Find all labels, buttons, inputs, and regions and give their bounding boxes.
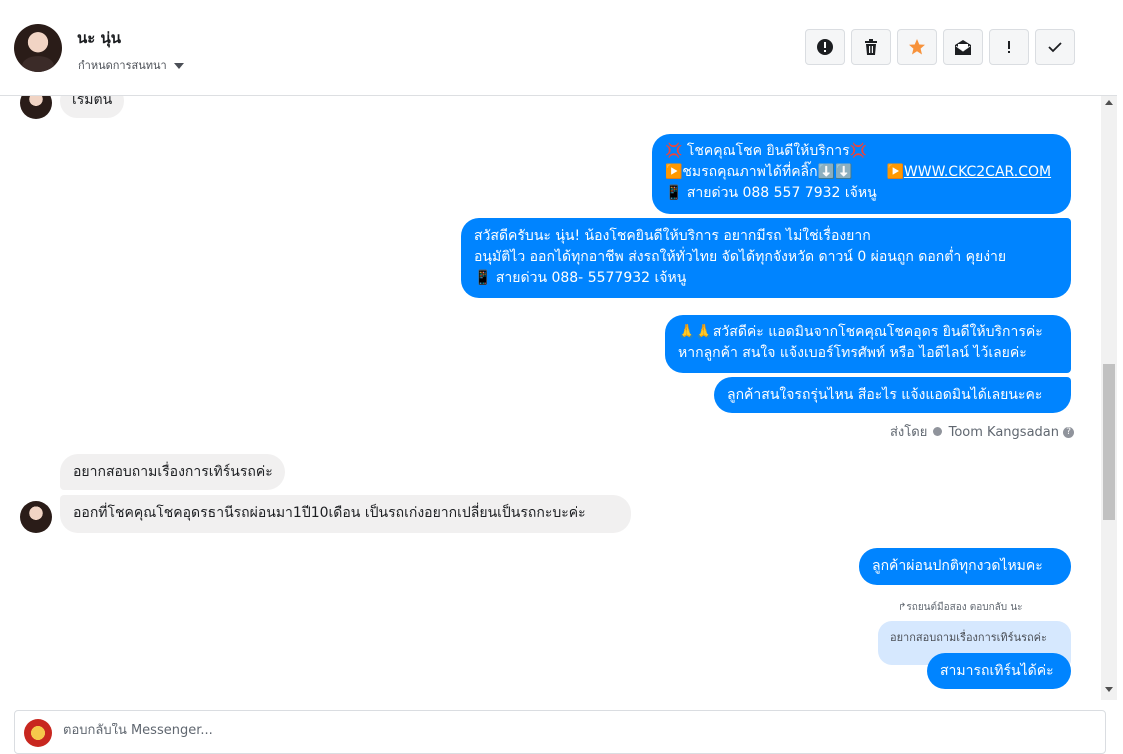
incoming-message[interactable]: อยากสอบถามเรื่องการเทิร์นรถค่ะ xyxy=(60,454,285,490)
outgoing-message[interactable]: ลูกค้าผ่อนปกติทุกงวดไหมคะ xyxy=(859,548,1071,585)
scroll-down-arrow-icon[interactable] xyxy=(1105,687,1113,692)
delete-button[interactable] xyxy=(851,29,891,65)
message-text: อยากสอบถามเรื่องการเทิร์นรถค่ะ xyxy=(890,631,1047,644)
message-line: ▶️ชมรถคุณภาพได้ที่คลิ๊ก⬇️⬇️ ▶️WWW.CKC2CAR… xyxy=(665,162,1059,183)
mark-unread-button[interactable] xyxy=(943,29,983,65)
incoming-message[interactable]: ออกที่โชคคุณโชคอุดรธานีรถผ่อนมา1ปี10เดือ… xyxy=(60,495,631,533)
message-text: 🙏🙏สวัสดีค่ะ แอดมินจากโชคคุณโชคอุดร ยินดี… xyxy=(678,324,1043,340)
website-link[interactable]: WWW.CKC2CAR.COM xyxy=(904,164,1051,180)
contact-avatar-small xyxy=(20,96,52,119)
conversation-header: นะ นุ่น กำหนดการสนทนา xyxy=(0,0,1117,96)
reply-note: ↱รถยนต์มือสอง ตอบกลับ นะ xyxy=(898,602,1023,613)
message-text: อนุมัติไว ออกได้ทุกอาชีพ ส่งรถให้ทั่วไทย… xyxy=(474,249,1007,265)
window-edge xyxy=(1117,0,1123,754)
assign-conversation-dropdown[interactable]: กำหนดการสนทนา xyxy=(78,56,184,74)
envelope-open-icon xyxy=(955,40,971,55)
conversation-actions xyxy=(805,29,1075,65)
outgoing-message[interactable]: สวัสดีครับนะ นุ่น! น้องโชคยินดีให้บริการ… xyxy=(461,218,1071,298)
message-text: ▶️ xyxy=(886,164,904,180)
check-circle-icon xyxy=(933,427,943,436)
contact-name[interactable]: นะ นุ่น xyxy=(77,26,121,50)
outgoing-message[interactable]: 🙏🙏สวัสดีค่ะ แอดมินจากโชคคุณโชคอุดร ยินดี… xyxy=(665,315,1071,373)
message-thread[interactable]: เริ่มต้น 💢 โชคคุณโชค ยินดีให้บริการ💢 ▶️ช… xyxy=(0,96,1101,700)
message-text: 📱 สายด่วน 088 557 7932 เจ้หนู xyxy=(665,185,877,201)
outgoing-message[interactable]: 💢 โชคคุณโชค ยินดีให้บริการ💢 ▶️ชมรถคุณภาพ… xyxy=(652,134,1071,214)
scroll-up-arrow-icon[interactable] xyxy=(1105,100,1113,105)
check-icon xyxy=(1048,42,1062,53)
message-text: สวัสดีครับนะ นุ่น! น้องโชคยินดีให้บริการ… xyxy=(474,228,871,244)
exclamation-icon xyxy=(1008,41,1010,53)
mark-spam-button[interactable] xyxy=(805,29,845,65)
contact-avatar-small xyxy=(20,501,52,533)
assign-label: กำหนดการสนทนา xyxy=(78,59,167,72)
message-text: สามารถเทิร์นได้ค่ะ xyxy=(940,663,1054,679)
outgoing-message[interactable]: ลูกค้าสนใจรถรุ่นไหน สีอะไร แจ้งแอดมินได้… xyxy=(714,377,1071,413)
page-avatar xyxy=(24,719,52,747)
mark-done-button[interactable] xyxy=(1035,29,1075,65)
star-button[interactable] xyxy=(897,29,937,65)
contact-avatar[interactable] xyxy=(14,24,62,72)
follow-up-button[interactable] xyxy=(989,29,1029,65)
scrollbar-thumb[interactable] xyxy=(1103,364,1115,520)
thread-scrollbar[interactable] xyxy=(1101,96,1117,700)
message-text: หากลูกค้า สนใจ แจ้งเบอร์โทรศัพท์ หรือ ไอ… xyxy=(678,345,1027,361)
caret-down-icon xyxy=(173,63,184,69)
exclamation-circle-icon xyxy=(817,39,833,55)
trash-icon xyxy=(865,39,877,55)
message-text: ลูกค้าผ่อนปกติทุกงวดไหมคะ xyxy=(872,558,1043,574)
message-text: ▶️ชมรถคุณภาพได้ที่คลิ๊ก⬇️⬇️ xyxy=(665,164,853,180)
message-text: 📱 สายด่วน 088- 5577932 เจ้หนู xyxy=(474,270,687,286)
reply-input[interactable] xyxy=(63,723,1093,738)
message-text: เริ่มต้น xyxy=(72,96,113,108)
star-icon xyxy=(909,39,925,55)
message-text: ออกที่โชคคุณโชคอุดรธานีรถผ่อนมา1ปี10เดือ… xyxy=(73,505,586,521)
sent-by-label: ส่งโดย Toom Kangsadan ? xyxy=(890,421,1075,442)
help-icon[interactable]: ? xyxy=(1063,427,1075,438)
message-composer xyxy=(14,710,1106,754)
message-text: 💢 โชคคุณโชค ยินดีให้บริการ💢 xyxy=(665,143,868,159)
message-text: อยากสอบถามเรื่องการเทิร์นรถค่ะ xyxy=(73,464,273,480)
message-text: ลูกค้าสนใจรถรุ่นไหน สีอะไร แจ้งแอดมินได้… xyxy=(727,387,1043,403)
incoming-message[interactable]: เริ่มต้น xyxy=(60,96,125,118)
sender-name[interactable]: Toom Kangsadan xyxy=(949,425,1059,440)
outgoing-message[interactable]: สามารถเทิร์นได้ค่ะ xyxy=(927,653,1071,689)
